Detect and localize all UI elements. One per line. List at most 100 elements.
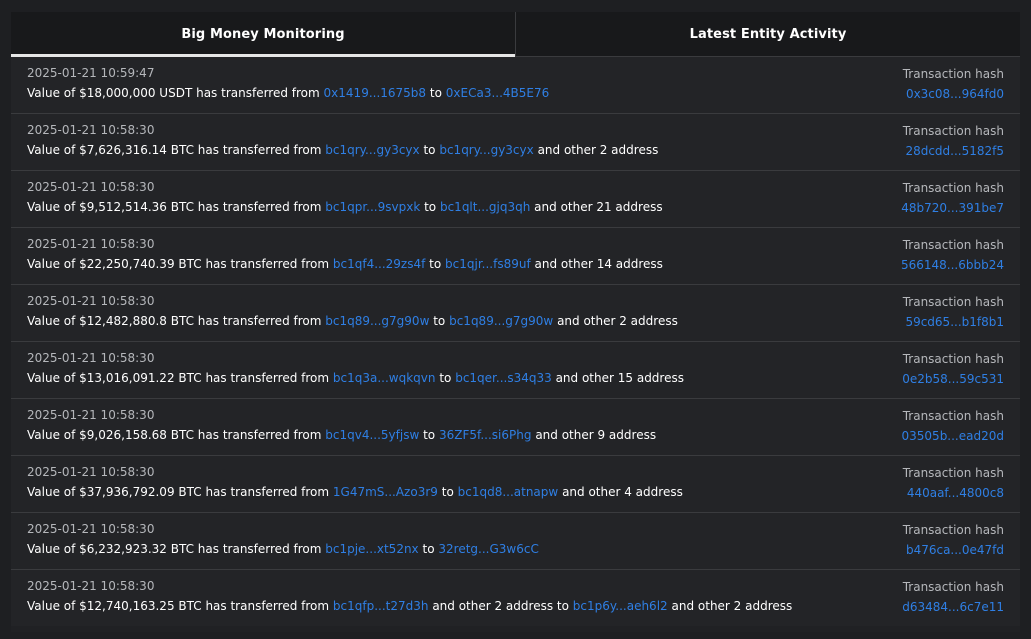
to-address-link[interactable]: bc1qry...gy3cyx: [439, 143, 533, 157]
transfer-prefix: Value of $37,936,792.09 BTC has transfer…: [27, 485, 330, 499]
transfer-prefix: Value of $22,250,740.39 BTC has transfer…: [27, 257, 330, 271]
transfer-suffix: and other 9 address: [535, 428, 657, 442]
transfer-prefix: Value of $9,512,514.36 BTC has transferr…: [27, 200, 322, 214]
transaction-hash-link[interactable]: 440aaf...4800c8: [907, 486, 1004, 500]
list-item: 2025-01-21 10:58:30 Value of $9,026,158.…: [11, 399, 1020, 456]
to-address-link[interactable]: bc1qer...s34q33: [455, 371, 552, 385]
transfer-connector: to: [439, 371, 452, 385]
to-address-link[interactable]: bc1qd8...atnapw: [458, 485, 559, 499]
transaction-hash-link[interactable]: 566148...6bbb24: [901, 258, 1004, 272]
to-address-link[interactable]: 0xECa3...4B5E76: [446, 86, 549, 100]
from-address-link[interactable]: bc1qv4...5yfjsw: [325, 428, 419, 442]
to-address-link[interactable]: bc1qlt...gjq3qh: [440, 200, 530, 214]
transaction-hash-label: Transaction hash: [902, 580, 1004, 594]
transaction-hash-link[interactable]: 59cd65...b1f8b1: [905, 315, 1004, 329]
transaction-hash-label: Transaction hash: [902, 181, 1004, 195]
transfer-prefix: Value of $7,626,316.14 BTC has transferr…: [27, 143, 322, 157]
transfer-suffix: and other 2 address: [671, 599, 793, 613]
list-item: 2025-01-21 10:58:30 Value of $13,016,091…: [11, 342, 1020, 399]
transaction-hash-label: Transaction hash: [902, 523, 1004, 537]
transfer-connector: to: [429, 257, 442, 271]
transaction-hash-link[interactable]: 03505b...ead20d: [902, 429, 1004, 443]
transfer-timestamp: 2025-01-21 10:58:30: [27, 522, 155, 536]
tab-latest-entity-activity[interactable]: Latest Entity Activity: [515, 12, 1020, 56]
transaction-hash-label: Transaction hash: [902, 124, 1004, 138]
from-address-link[interactable]: 1G47mS...Azo3r9: [333, 485, 438, 499]
transfer-description: Value of $12,740,163.25 BTC has transfer…: [27, 599, 792, 613]
transfer-connector: to: [433, 314, 446, 328]
to-address-link[interactable]: bc1qjr...fs89uf: [445, 257, 531, 271]
transfer-description: Value of $9,512,514.36 BTC has transferr…: [27, 200, 663, 214]
transaction-hash-label: Transaction hash: [902, 295, 1004, 309]
list-item: 2025-01-21 10:58:30 Value of $37,936,792…: [11, 456, 1020, 513]
transfer-timestamp: 2025-01-21 10:58:30: [27, 237, 155, 251]
tab-big-money-monitoring[interactable]: Big Money Monitoring: [11, 12, 515, 57]
list-item: 2025-01-21 10:59:47 Value of $18,000,000…: [11, 57, 1020, 114]
transfer-description: Value of $37,936,792.09 BTC has transfer…: [27, 485, 683, 499]
transaction-hash-link[interactable]: 0x3c08...964fd0: [906, 87, 1004, 101]
transfer-connector: to: [423, 143, 436, 157]
to-address-link[interactable]: bc1p6y...aeh6l2: [573, 599, 668, 613]
list-item: 2025-01-21 10:58:30 Value of $12,482,880…: [11, 285, 1020, 342]
transfer-prefix: Value of $6,232,923.32 BTC has transferr…: [27, 542, 322, 556]
transfer-timestamp: 2025-01-21 10:59:47: [27, 66, 155, 80]
tab-bar: Big Money Monitoring Latest Entity Activ…: [11, 12, 1020, 57]
transaction-hash-link[interactable]: 48b720...391be7: [901, 201, 1004, 215]
from-address-link[interactable]: bc1q89...g7g90w: [325, 314, 429, 328]
transfer-timestamp: 2025-01-21 10:58:30: [27, 579, 155, 593]
list-item: 2025-01-21 10:58:30 Value of $12,740,163…: [11, 570, 1020, 626]
transfer-prefix: Value of $12,740,163.25 BTC has transfer…: [27, 599, 330, 613]
transfer-prefix: Value of $13,016,091.22 BTC has transfer…: [27, 371, 330, 385]
transaction-hash-link[interactable]: 0e2b58...59c531: [902, 372, 1004, 386]
transfer-connector: to: [441, 485, 454, 499]
transaction-hash-link[interactable]: d63484...6c7e11: [902, 600, 1004, 614]
transaction-hash-link[interactable]: 28dcdd...5182f5: [905, 144, 1004, 158]
from-address-link[interactable]: bc1qf4...29zs4f: [333, 257, 425, 271]
transfer-connector: and other 2 address to: [432, 599, 569, 613]
list-item: 2025-01-21 10:58:30 Value of $6,232,923.…: [11, 513, 1020, 570]
transfer-description: Value of $12,482,880.8 BTC has transferr…: [27, 314, 678, 328]
transfer-suffix: and other 21 address: [534, 200, 663, 214]
transfer-prefix: Value of $12,482,880.8 BTC has transferr…: [27, 314, 322, 328]
transaction-hash-label: Transaction hash: [902, 466, 1004, 480]
transfer-description: Value of $7,626,316.14 BTC has transferr…: [27, 143, 658, 157]
transfer-connector: to: [424, 200, 437, 214]
from-address-link[interactable]: bc1qry...gy3cyx: [325, 143, 419, 157]
from-address-link[interactable]: bc1qpr...9svpxk: [325, 200, 420, 214]
transfer-timestamp: 2025-01-21 10:58:30: [27, 123, 155, 137]
list-item: 2025-01-21 10:58:30 Value of $22,250,740…: [11, 228, 1020, 285]
transfer-description: Value of $9,026,158.68 BTC has transferr…: [27, 428, 656, 442]
transfer-suffix: and other 4 address: [562, 485, 683, 499]
transfer-description: Value of $6,232,923.32 BTC has transferr…: [27, 542, 539, 556]
transfer-description: Value of $13,016,091.22 BTC has transfer…: [27, 371, 684, 385]
monitoring-panel: Big Money Monitoring Latest Entity Activ…: [11, 12, 1020, 632]
transfer-prefix: Value of $18,000,000 USDT has transferre…: [27, 86, 320, 100]
transfer-list: 2025-01-21 10:59:47 Value of $18,000,000…: [11, 57, 1020, 626]
transfer-timestamp: 2025-01-21 10:58:30: [27, 408, 155, 422]
transaction-hash-label: Transaction hash: [902, 409, 1004, 423]
transfer-description: Value of $22,250,740.39 BTC has transfer…: [27, 257, 663, 271]
transfer-timestamp: 2025-01-21 10:58:30: [27, 465, 155, 479]
transfer-timestamp: 2025-01-21 10:58:30: [27, 351, 155, 365]
transfer-suffix: and other 2 address: [537, 143, 659, 157]
from-address-link[interactable]: bc1q3a...wqkqvn: [333, 371, 436, 385]
transaction-hash-link[interactable]: b476ca...0e47fd: [906, 543, 1004, 557]
list-item: 2025-01-21 10:58:30 Value of $7,626,316.…: [11, 114, 1020, 171]
from-address-link[interactable]: bc1pje...xt52nx: [325, 542, 418, 556]
transfer-suffix: and other 15 address: [555, 371, 684, 385]
from-address-link[interactable]: 0x1419...1675b8: [324, 86, 427, 100]
transaction-hash-label: Transaction hash: [902, 67, 1004, 81]
list-item: 2025-01-21 10:58:30 Value of $9,512,514.…: [11, 171, 1020, 228]
transfer-connector: to: [423, 428, 436, 442]
from-address-link[interactable]: bc1qfp...t27d3h: [333, 599, 429, 613]
transfer-suffix: and other 2 address: [557, 314, 678, 328]
transfer-description: Value of $18,000,000 USDT has transferre…: [27, 86, 549, 100]
to-address-link[interactable]: 32retg...G3w6cC: [438, 542, 538, 556]
transaction-hash-label: Transaction hash: [902, 238, 1004, 252]
transaction-hash-label: Transaction hash: [902, 352, 1004, 366]
transfer-connector: to: [422, 542, 435, 556]
to-address-link[interactable]: 36ZF5f...si6Phg: [439, 428, 532, 442]
transfer-prefix: Value of $9,026,158.68 BTC has transferr…: [27, 428, 322, 442]
to-address-link[interactable]: bc1q89...g7g90w: [449, 314, 553, 328]
transfer-timestamp: 2025-01-21 10:58:30: [27, 180, 155, 194]
